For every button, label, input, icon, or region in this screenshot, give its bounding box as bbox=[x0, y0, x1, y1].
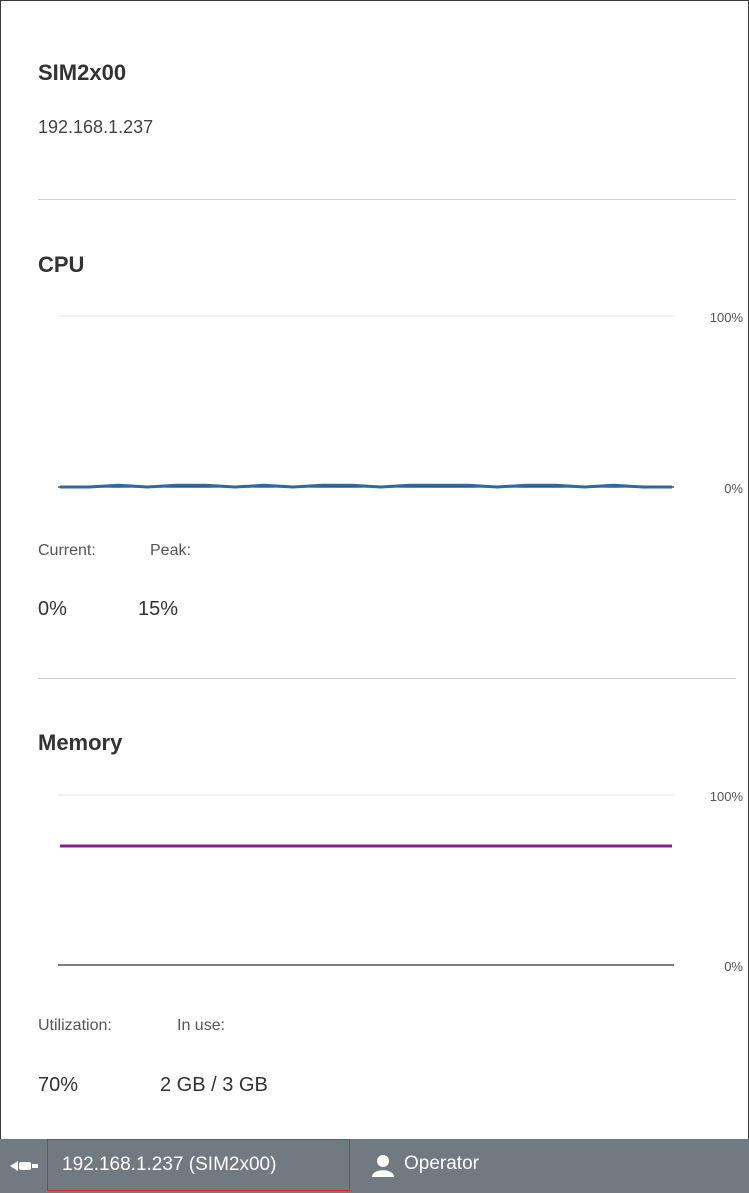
device-name: SIM2x00 bbox=[38, 60, 127, 85]
cpu-chart: 100% 0% bbox=[38, 300, 746, 505]
cpu-current-label: Current: bbox=[38, 542, 96, 559]
connection-indicator[interactable]: 192.168.1.237 (SIM2x00) bbox=[47, 1139, 350, 1191]
cpu-tick-label-min: 0% bbox=[724, 481, 743, 496]
memory-chart: 100% 0% bbox=[38, 780, 746, 980]
cpu-title: CPU bbox=[38, 252, 85, 277]
divider bbox=[38, 199, 736, 200]
cpu-tick-label-max: 100% bbox=[710, 310, 744, 325]
device-ip: 192.168.1.237 bbox=[38, 117, 154, 137]
memory-in-use-label: In use: bbox=[177, 1017, 226, 1034]
memory-title: Memory bbox=[38, 730, 123, 755]
cpu-current-value: 0% bbox=[38, 598, 67, 620]
cpu-series-line bbox=[60, 483, 672, 489]
divider bbox=[38, 678, 736, 679]
memory-utilization-label: Utilization: bbox=[38, 1017, 112, 1034]
cpu-peak-label: Peak: bbox=[150, 542, 191, 559]
memory-tick-label-max: 100% bbox=[710, 789, 744, 804]
cpu-peak-value: 15% bbox=[138, 598, 179, 620]
memory-in-use-value: 2 GB / 3 GB bbox=[160, 1074, 268, 1096]
memory-chart-svg: 100% 0% bbox=[58, 789, 744, 974]
cpu-chart-svg: 100% 0% bbox=[58, 310, 744, 496]
memory-tick-label-min: 0% bbox=[724, 959, 743, 974]
user-icon bbox=[371, 1153, 395, 1182]
memory-utilization-value: 70% bbox=[38, 1074, 79, 1096]
status-bar: 192.168.1.237 (SIM2x00) Operator bbox=[0, 1139, 749, 1193]
user-label[interactable]: Operator bbox=[404, 1153, 479, 1175]
connection-label: 192.168.1.237 (SIM2x00) bbox=[62, 1154, 277, 1175]
connection-icon bbox=[9, 1158, 39, 1179]
